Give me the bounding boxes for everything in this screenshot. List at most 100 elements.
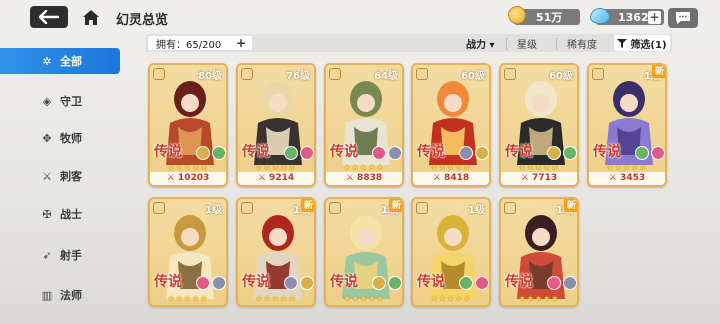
element-icon bbox=[475, 146, 489, 160]
element-icon bbox=[372, 146, 386, 160]
element-icon bbox=[635, 146, 649, 160]
hero-card[interactable]: 76级 传说 ★★★★★ ⚔ 9214 bbox=[236, 63, 316, 187]
element-icon bbox=[196, 146, 210, 160]
class-type-icon bbox=[592, 68, 604, 80]
funnel-icon bbox=[617, 38, 628, 48]
owned-count-text: 拥有：65/200 bbox=[156, 39, 222, 51]
hero-card[interactable]: 1级传说★★★★★新 bbox=[236, 197, 316, 307]
element-icon bbox=[196, 276, 210, 290]
hero-card[interactable]: 64级传说 ★★★★★ ⚔ 8838 bbox=[324, 63, 404, 187]
element-icon bbox=[459, 276, 473, 290]
sidebar-item-assassin[interactable]: ⚔ 刺客 bbox=[0, 163, 120, 189]
home-icon bbox=[83, 10, 99, 25]
hero-level: 60级 bbox=[461, 71, 485, 82]
power-value: ⚔ 3453 bbox=[589, 172, 665, 185]
power-value: ⚔ 8838 bbox=[326, 172, 402, 185]
rarity-label: 传说 bbox=[330, 274, 358, 290]
rarity-label: 传说 bbox=[330, 144, 358, 160]
chat-bubble-icon bbox=[676, 12, 690, 24]
class-type-icon bbox=[504, 202, 516, 214]
chat-button[interactable] bbox=[668, 8, 698, 28]
hero-card[interactable]: 60级 传说 ★★★★★ ⚔ 7713 bbox=[499, 63, 579, 187]
hero-card[interactable]: 1级传说★★★★★⚔ 3453新 bbox=[587, 63, 667, 187]
sidebar-item-mage[interactable]: ▥ 法师 bbox=[0, 282, 120, 308]
rarity-label: 传说 bbox=[154, 274, 182, 290]
rarity-label: 传说 bbox=[417, 274, 445, 290]
sort-rarity-button[interactable]: 稀有度 bbox=[567, 36, 597, 51]
star-rating: ★★★★★ bbox=[518, 294, 560, 303]
star-rating: ★★★★★ bbox=[343, 163, 385, 172]
star-rating: ★★★★★ bbox=[255, 294, 297, 303]
sword-icon: ✠ bbox=[42, 207, 52, 221]
element-icon bbox=[300, 276, 314, 290]
sidebar-item-label: 射手 bbox=[60, 249, 82, 262]
element-icon bbox=[651, 146, 665, 160]
hero-card[interactable]: 1级传说 ★★★★★ bbox=[411, 197, 491, 307]
sort-power-button[interactable]: 战力 ▾ bbox=[466, 36, 495, 51]
hero-level: 64级 bbox=[374, 71, 398, 82]
element-icon bbox=[388, 276, 402, 290]
element-icon bbox=[547, 146, 561, 160]
rarity-label: 传说 bbox=[242, 274, 270, 290]
bow-icon: ➶ bbox=[42, 248, 52, 262]
home-button[interactable] bbox=[80, 6, 102, 28]
hero-card[interactable]: 1级传说★★★★★新 bbox=[324, 197, 404, 307]
sidebar-item-archer[interactable]: ➶ 射手 bbox=[0, 242, 120, 268]
divider bbox=[506, 38, 507, 50]
star-rating: ★★★★★ bbox=[606, 163, 648, 172]
class-type-icon bbox=[504, 68, 516, 80]
class-type-icon bbox=[416, 202, 428, 214]
element-icon bbox=[284, 276, 298, 290]
element-icon bbox=[212, 146, 226, 160]
new-badge: 新 bbox=[563, 199, 577, 212]
sidebar-item-label: 牧师 bbox=[60, 132, 82, 145]
element-icon bbox=[284, 146, 298, 160]
sidebar-item-label: 全部 bbox=[60, 55, 82, 68]
hero-level: 1级 bbox=[468, 205, 485, 216]
shield-icon: ◈ bbox=[42, 94, 52, 108]
class-type-icon bbox=[153, 202, 165, 214]
rarity-label: 传说 bbox=[505, 274, 533, 290]
sort-star-button[interactable]: 星级 bbox=[517, 36, 537, 51]
sidebar-item-warrior[interactable]: ✠ 战士 bbox=[0, 201, 120, 227]
page-title: 幻灵总览 bbox=[116, 13, 169, 28]
filter-button[interactable]: 筛选(1) bbox=[614, 35, 670, 51]
hero-card[interactable]: 1级 传说 ★★★★★ bbox=[148, 197, 228, 307]
back-button[interactable] bbox=[30, 6, 68, 28]
hero-level: 80级 bbox=[198, 71, 222, 82]
star-rating: ★★★★★ bbox=[255, 163, 297, 172]
class-type-icon bbox=[241, 202, 253, 214]
star-rating: ★★★★★ bbox=[430, 294, 472, 303]
hero-card[interactable]: 60级 传说 ★★★★★ ⚔ 8418 bbox=[411, 63, 491, 187]
top-bar: 幻灵总览 51万 13629 + bbox=[0, 0, 720, 34]
star-rating: ★★★★★ bbox=[430, 163, 472, 172]
sidebar-item-guardian[interactable]: ◈ 守卫 bbox=[0, 88, 120, 114]
add-gems-button[interactable]: + bbox=[648, 11, 661, 24]
gold-amount: 51万 bbox=[536, 11, 563, 24]
star-rating: ★★★★★ bbox=[518, 163, 560, 172]
new-badge: 新 bbox=[651, 65, 665, 78]
wings-icon: ✥ bbox=[42, 131, 52, 145]
hero-card[interactable]: 1级传说★★★★★新 bbox=[499, 197, 579, 307]
sidebar-item-priest[interactable]: ✥ 牧师 bbox=[0, 125, 120, 151]
rarity-label: 传说 bbox=[242, 144, 270, 160]
element-icon bbox=[459, 146, 473, 160]
sidebar-item-label: 战士 bbox=[60, 208, 82, 221]
power-value: ⚔ 9214 bbox=[238, 172, 314, 185]
hero-level: 1级 bbox=[205, 205, 222, 216]
element-icon bbox=[300, 146, 314, 160]
class-type-icon bbox=[153, 68, 165, 80]
hero-level: 60级 bbox=[549, 71, 573, 82]
sidebar-item-all[interactable]: ✲ 全部 bbox=[0, 48, 120, 74]
class-type-icon bbox=[329, 68, 341, 80]
element-icon bbox=[372, 276, 386, 290]
back-arrow-icon bbox=[38, 10, 60, 24]
divider bbox=[556, 38, 557, 50]
expand-capacity-button[interactable]: + bbox=[236, 37, 246, 49]
element-icon bbox=[475, 276, 489, 290]
star-rating: ★★★★★ bbox=[167, 163, 209, 172]
hero-card[interactable]: 80级 传说 ★★★★★ ⚔ 10203 bbox=[148, 63, 228, 187]
sidebar-item-label: 刺客 bbox=[60, 170, 82, 183]
filter-label: 筛选(1) bbox=[630, 39, 667, 51]
class-type-icon bbox=[329, 202, 341, 214]
